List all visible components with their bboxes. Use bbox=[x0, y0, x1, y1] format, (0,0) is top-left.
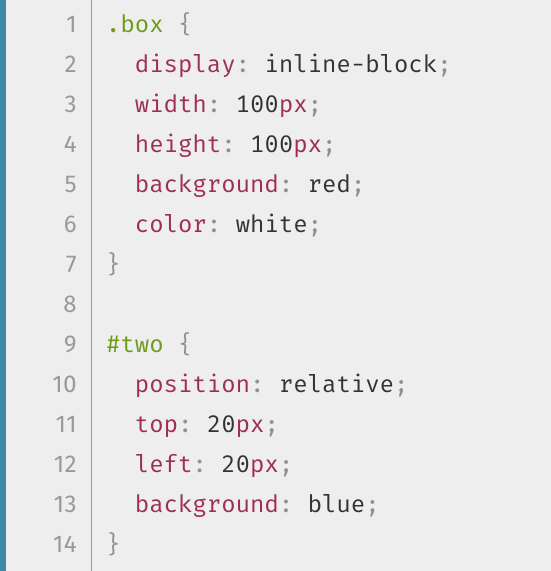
code-token bbox=[164, 331, 178, 359]
code-token bbox=[221, 211, 235, 239]
line-number: 10 bbox=[6, 365, 77, 405]
code-token: 20 bbox=[221, 451, 250, 479]
code-line: left: 20px; bbox=[106, 445, 551, 485]
code-token: background bbox=[135, 491, 279, 519]
code-token: : bbox=[178, 411, 192, 439]
code-token: : bbox=[279, 491, 293, 519]
code-token: : bbox=[207, 91, 221, 119]
code-token: : bbox=[192, 451, 206, 479]
code-token: inline-block bbox=[264, 51, 437, 79]
line-number: 4 bbox=[6, 125, 77, 165]
line-number: 2 bbox=[6, 45, 77, 85]
line-number: 3 bbox=[6, 85, 77, 125]
code-token: : bbox=[236, 51, 250, 79]
code-token: color bbox=[135, 211, 207, 239]
code-token bbox=[164, 11, 178, 39]
code-line: #two { bbox=[106, 325, 551, 365]
code-token: #two bbox=[106, 331, 164, 359]
line-number: 13 bbox=[6, 485, 77, 525]
code-token: px bbox=[236, 411, 265, 439]
code-token: : bbox=[221, 131, 235, 159]
line-number: 7 bbox=[6, 245, 77, 285]
code-token: ; bbox=[308, 91, 322, 119]
code-token: px bbox=[279, 91, 308, 119]
code-token: 20 bbox=[207, 411, 236, 439]
line-number: 1 bbox=[6, 5, 77, 45]
line-number: 6 bbox=[6, 205, 77, 245]
code-token bbox=[250, 51, 264, 79]
code-token: : bbox=[250, 371, 264, 399]
code-token: ; bbox=[437, 51, 451, 79]
code-token: { bbox=[178, 331, 192, 359]
code-line: color: white; bbox=[106, 205, 551, 245]
code-line bbox=[106, 285, 551, 325]
code-token: red bbox=[308, 171, 351, 199]
code-token: relative bbox=[279, 371, 394, 399]
line-number: 9 bbox=[6, 325, 77, 365]
code-content[interactable]: .box {display: inline-block;width: 100px… bbox=[92, 0, 551, 571]
line-number: 11 bbox=[6, 405, 77, 445]
code-line: top: 20px; bbox=[106, 405, 551, 445]
code-token bbox=[207, 451, 221, 479]
code-token: { bbox=[178, 11, 192, 39]
code-line: .box { bbox=[106, 5, 551, 45]
code-block: 1234567891011121314 .box {display: inlin… bbox=[0, 0, 551, 571]
code-token: ; bbox=[365, 491, 379, 519]
code-token: : bbox=[207, 211, 221, 239]
code-token bbox=[221, 91, 235, 119]
code-line: background: blue; bbox=[106, 485, 551, 525]
code-token: blue bbox=[308, 491, 366, 519]
code-token: top bbox=[135, 411, 178, 439]
code-token: ; bbox=[351, 171, 365, 199]
line-number-gutter: 1234567891011121314 bbox=[6, 0, 92, 571]
code-token: height bbox=[135, 131, 221, 159]
code-token: white bbox=[236, 211, 308, 239]
code-line: } bbox=[106, 525, 551, 565]
line-number: 14 bbox=[6, 525, 77, 565]
code-token: } bbox=[106, 531, 120, 559]
code-token: ; bbox=[394, 371, 408, 399]
code-line: background: red; bbox=[106, 165, 551, 205]
code-token: 100 bbox=[250, 131, 293, 159]
code-token: ; bbox=[322, 131, 336, 159]
code-token: position bbox=[135, 371, 250, 399]
code-line: width: 100px; bbox=[106, 85, 551, 125]
line-number: 8 bbox=[6, 285, 77, 325]
code-token bbox=[293, 171, 307, 199]
code-token: background bbox=[135, 171, 279, 199]
code-token: 100 bbox=[236, 91, 279, 119]
code-token: .box bbox=[106, 11, 164, 39]
code-token: px bbox=[250, 451, 279, 479]
code-token: px bbox=[293, 131, 322, 159]
code-token: width bbox=[135, 91, 207, 119]
code-token: } bbox=[106, 251, 120, 279]
code-token bbox=[293, 491, 307, 519]
line-number: 5 bbox=[6, 165, 77, 205]
code-line: } bbox=[106, 245, 551, 285]
code-token: left bbox=[135, 451, 193, 479]
code-line: position: relative; bbox=[106, 365, 551, 405]
code-token: ; bbox=[279, 451, 293, 479]
code-token bbox=[192, 411, 206, 439]
code-token bbox=[264, 371, 278, 399]
code-token: ; bbox=[308, 211, 322, 239]
code-line: display: inline-block; bbox=[106, 45, 551, 85]
code-token: display bbox=[135, 51, 236, 79]
code-token bbox=[236, 131, 250, 159]
code-token: ; bbox=[264, 411, 278, 439]
line-number: 12 bbox=[6, 445, 77, 485]
code-token: : bbox=[279, 171, 293, 199]
code-line: height: 100px; bbox=[106, 125, 551, 165]
